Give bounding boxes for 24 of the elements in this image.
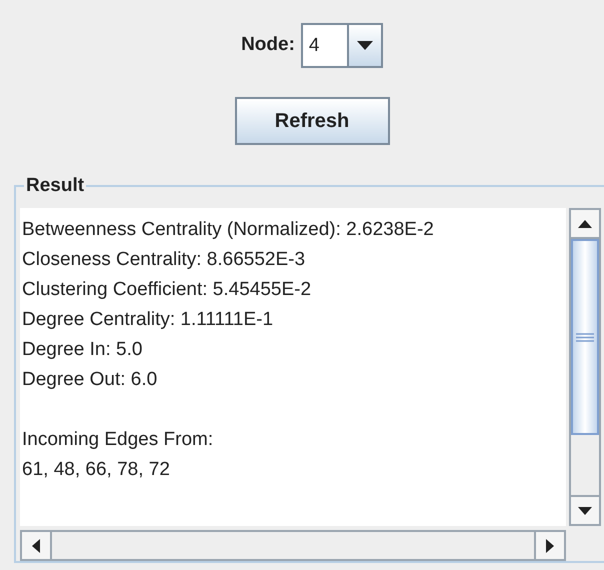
up-arrow-icon — [578, 220, 592, 228]
scroll-thumb[interactable] — [571, 239, 599, 435]
scroll-up-button[interactable] — [571, 210, 599, 239]
result-line: Betweenness Centrality (Normalized): 2.6238E-2 — [22, 218, 434, 242]
result-line: Degree In: 5.0 — [22, 338, 142, 362]
result-line: Incoming Edges From: — [22, 428, 214, 452]
result-line: Degree Centrality: 1.11111E-1 — [22, 308, 274, 332]
scroll-down-button[interactable] — [571, 495, 599, 524]
caret-icon — [356, 41, 373, 50]
result-line: Clustering Coefficient: 5.45455E-2 — [22, 278, 312, 302]
left-arrow-icon — [32, 538, 40, 552]
grip-icon — [576, 332, 594, 342]
vertical-scrollbar[interactable] — [569, 208, 601, 526]
node-label: Node: — [241, 33, 295, 58]
scroll-left-button[interactable] — [22, 532, 52, 559]
down-arrow-icon — [578, 506, 592, 514]
result-line: 61, 48, 66, 78, 72 — [22, 458, 170, 482]
result-line: Closeness Centrality: 8.66552E-3 — [22, 248, 306, 272]
refresh-button[interactable]: Refresh — [234, 97, 390, 145]
scroll-right-button[interactable] — [534, 532, 564, 559]
horizontal-scrollbar[interactable] — [20, 530, 566, 561]
result-line: Degree Out: 6.0 — [22, 368, 158, 392]
node-dropdown[interactable]: 4 — [300, 23, 383, 68]
right-arrow-icon — [546, 538, 554, 552]
